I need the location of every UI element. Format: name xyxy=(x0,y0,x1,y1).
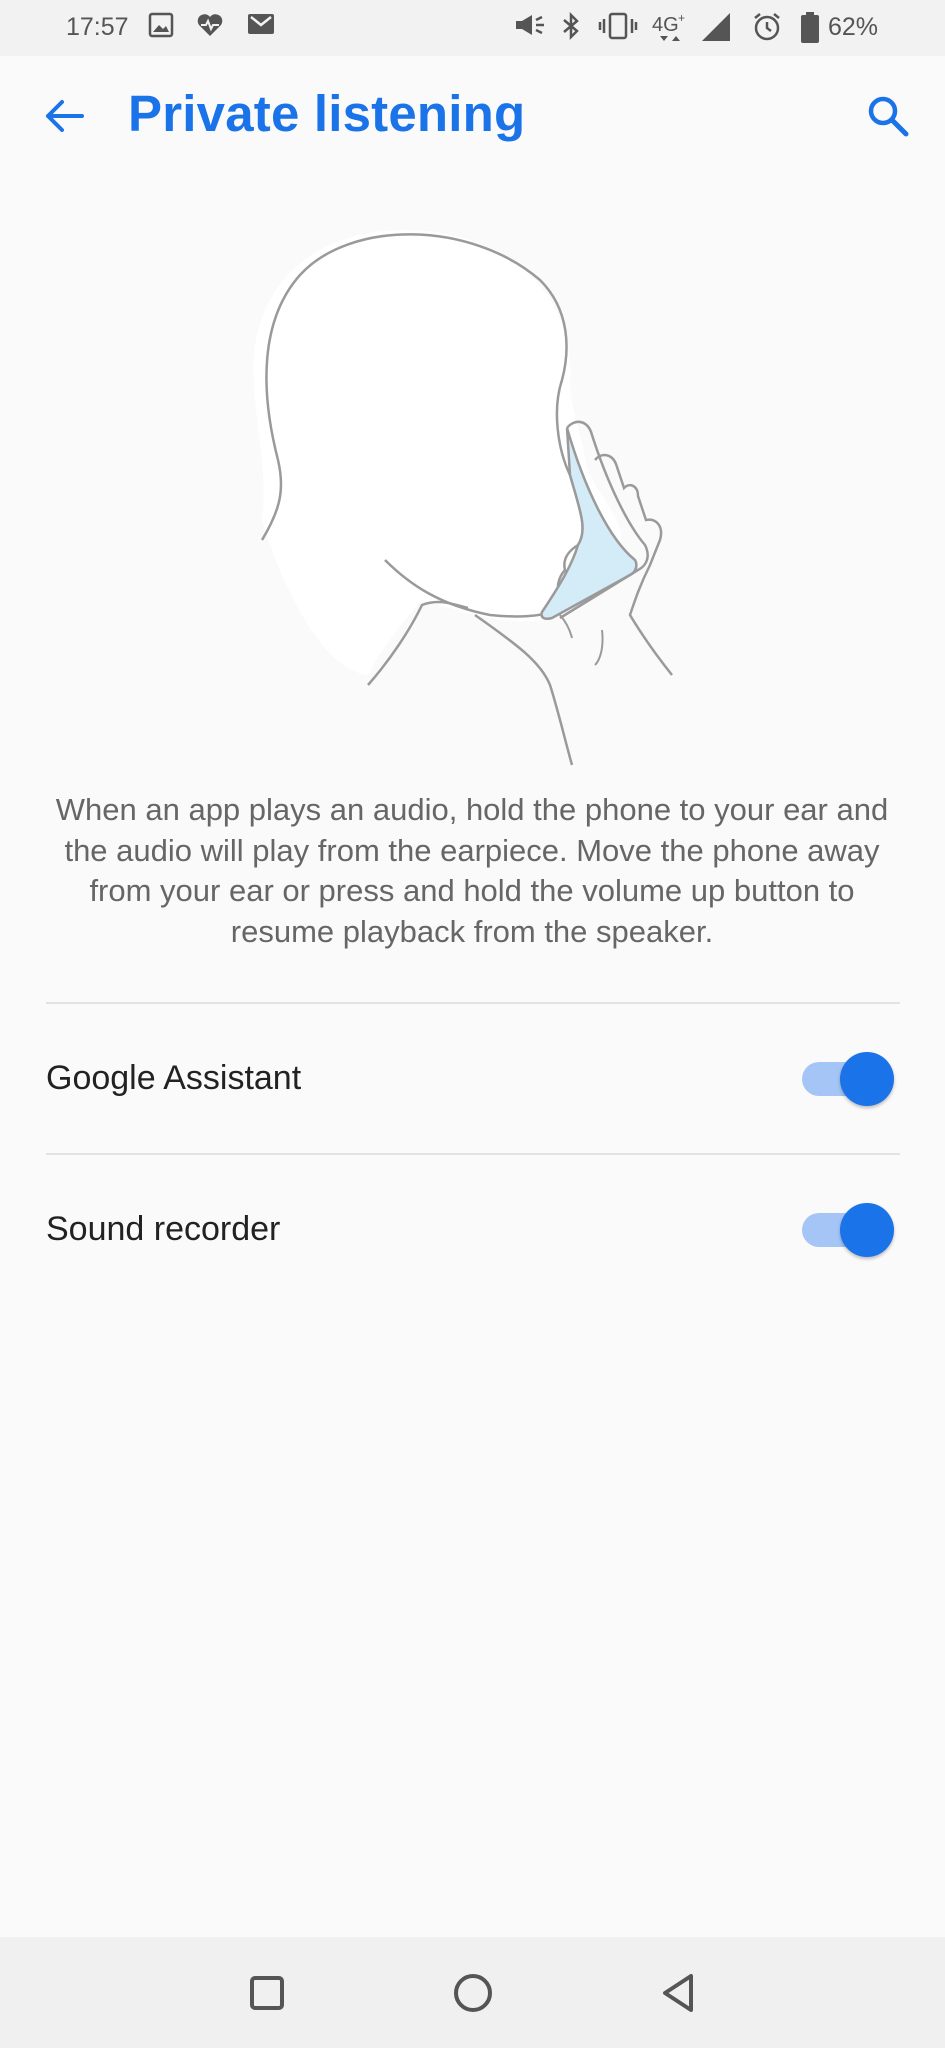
search-icon xyxy=(868,96,909,137)
setting-label: Google Assistant xyxy=(46,1059,302,1097)
search-button[interactable] xyxy=(858,86,918,146)
recent-apps-button[interactable] xyxy=(239,1965,295,2021)
navigation-bar xyxy=(0,1937,945,2048)
page-title: Private listening xyxy=(128,85,526,142)
arrow-back-icon xyxy=(46,100,84,132)
4g-icon: 4G + xyxy=(652,12,685,41)
sound-recorder-toggle[interactable] xyxy=(800,1199,896,1259)
bluetooth-icon xyxy=(563,12,579,40)
home-button[interactable] xyxy=(445,1965,501,2021)
hand-detail xyxy=(559,614,604,666)
back-triangle-icon xyxy=(663,1974,693,2012)
battery-icon xyxy=(801,12,819,43)
battery-percent: 62% xyxy=(828,13,879,41)
status-time: 17:57 xyxy=(66,13,129,41)
gmail-icon xyxy=(248,14,274,34)
svg-text:+: + xyxy=(678,12,685,25)
arm-line xyxy=(474,613,574,766)
status-bar: 17:57 4G + 62% xyxy=(0,0,945,56)
google-assistant-toggle[interactable] xyxy=(800,1048,896,1108)
recent-apps-icon xyxy=(250,1976,284,2010)
setting-label: Sound recorder xyxy=(46,1210,281,1248)
app-bar: Private listening xyxy=(0,56,945,172)
description-text: When an app plays an audio, hold the pho… xyxy=(55,792,889,949)
private-listening-illustration xyxy=(253,230,673,766)
setting-row-google-assistant[interactable]: Google Assistant xyxy=(0,1004,945,1154)
heart-icon xyxy=(197,14,223,36)
megaphone-icon xyxy=(516,15,544,35)
toggle-thumb xyxy=(840,1052,894,1106)
back-button[interactable] xyxy=(34,88,94,144)
vibrate-icon xyxy=(598,12,638,40)
setting-row-sound-recorder[interactable]: Sound recorder xyxy=(0,1155,945,1305)
signal-icon xyxy=(702,13,730,41)
network-type-text: 4G xyxy=(652,14,679,36)
home-icon xyxy=(454,1974,492,2012)
alarm-icon xyxy=(754,13,780,41)
toggle-thumb xyxy=(840,1203,894,1257)
back-nav-button[interactable] xyxy=(651,1965,707,2021)
image-icon xyxy=(148,12,174,38)
